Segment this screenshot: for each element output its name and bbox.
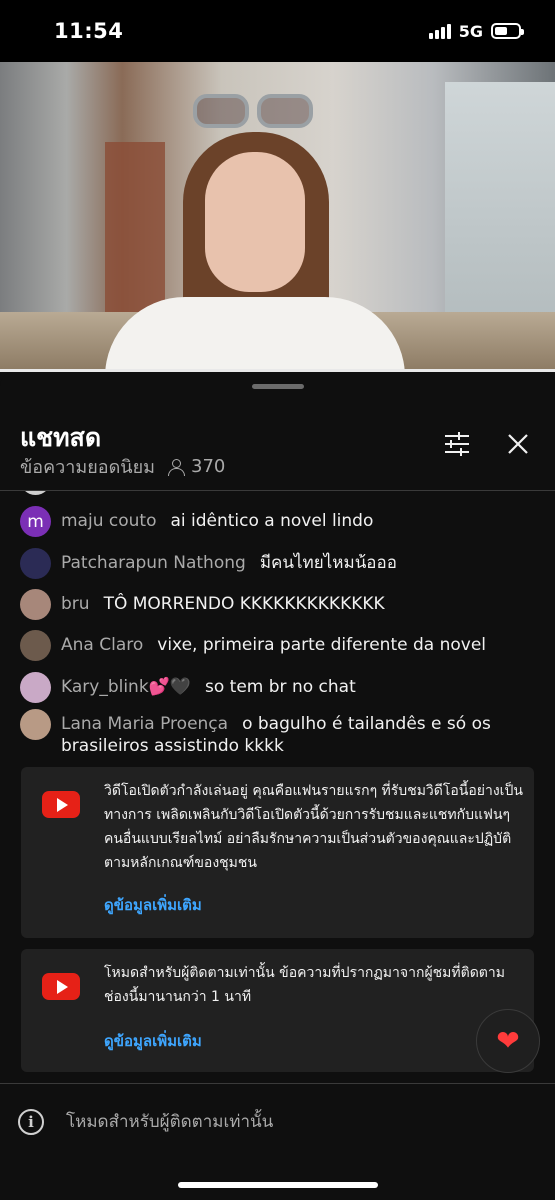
close-chat-button[interactable] <box>502 428 534 460</box>
chat-message: Lana Maria Proença o bagulho é tailandês … <box>20 709 540 757</box>
person-icon <box>167 458 185 476</box>
chat-message-content: Kary_blink💕🖤 so tem br no chat <box>61 676 356 698</box>
message-author[interactable]: Patcharapun Nathong <box>61 553 246 573</box>
heart-reaction-button[interactable]: ❤ <box>476 1009 540 1073</box>
learn-more-link[interactable]: ดูข้อมูลเพิ่มเติม <box>104 893 202 917</box>
status-time: 11:54 <box>54 19 124 43</box>
tune-icon <box>445 432 469 456</box>
message-author[interactable]: maju couto <box>61 511 156 531</box>
footer-divider <box>0 1083 555 1084</box>
live-chat-panel: แชทสด ข้อความยอดนิยม 370 m maju couto ai … <box>0 372 555 1200</box>
message-author[interactable]: Lana Maria Proença <box>61 714 228 734</box>
avatar[interactable]: m <box>20 506 51 537</box>
chat-subtitle: ข้อความยอดนิยม 370 <box>20 452 225 481</box>
footer-text: โหมดสำหรับผู้ติดตามเท่านั้น <box>66 1112 274 1132</box>
drag-handle[interactable] <box>252 384 304 389</box>
message-text: so tem br no chat <box>205 677 356 697</box>
message-text: vixe, primeira parte diferente da novel <box>157 635 487 655</box>
chat-settings-button[interactable] <box>441 428 473 460</box>
chat-message: m maju couto ai idêntico a novel lindo <box>20 506 540 537</box>
chat-message-content: Ana Claro vixe, primeira parte diferente … <box>61 634 486 656</box>
video-player[interactable] <box>0 62 555 372</box>
subscribers-only-notice-card: โหมดสำหรับผู้ติดตามเท่านั้น ข้อความที่ปร… <box>21 949 534 1072</box>
close-icon <box>508 434 528 454</box>
avatar[interactable] <box>20 548 51 579</box>
avatar[interactable] <box>20 672 51 703</box>
avatar[interactable] <box>20 630 51 661</box>
battery-icon <box>491 23 524 39</box>
chat-message: Patcharapun Nathong มีคนไทยไหมน้อออ <box>20 548 540 579</box>
chat-message-content: Lana Maria Proença o bagulho é tailandês … <box>61 713 540 757</box>
chat-message: bru TÔ MORRENDO KKKKKKKKKKKKK <box>20 589 540 620</box>
video-frame-sunglasses <box>193 94 317 132</box>
network-type: 5G <box>458 21 483 41</box>
message-text: มีคนไทยไหมน้อออ <box>259 553 397 573</box>
message-text: TÔ MORRENDO KKKKKKKKKKKKK <box>103 594 385 614</box>
message-author[interactable]: Kary_blink💕🖤 <box>61 677 191 697</box>
home-indicator[interactable] <box>178 1182 378 1188</box>
avatar <box>20 491 51 495</box>
message-author[interactable]: Ana Claro <box>61 635 143 655</box>
video-frame-person <box>105 92 405 372</box>
status-bar: 11:54 5G <box>0 0 555 62</box>
status-indicators: 5G <box>428 21 524 41</box>
chat-message: Ana Claro vixe, primeira parte diferente … <box>20 630 540 661</box>
learn-more-link[interactable]: ดูข้อมูลเพิ่มเติม <box>104 1029 202 1053</box>
chat-mode-selector[interactable]: ข้อความยอดนิยม <box>20 452 155 481</box>
youtube-icon <box>42 791 80 818</box>
heart-icon: ❤ <box>496 1024 520 1057</box>
avatar[interactable] <box>20 589 51 620</box>
premiere-notice-card: วิดีโอเปิดตัวกำลังเล่นอยู่ คุณคือแฟนรายแ… <box>21 767 534 938</box>
chat-message-content: maju couto ai idêntico a novel lindo <box>61 510 373 532</box>
viewer-count-value: 370 <box>191 456 226 477</box>
video-frame-face <box>205 152 305 292</box>
video-frame-body <box>105 297 405 372</box>
chat-message-content: Patcharapun Nathong มีคนไทยไหมน้อออ <box>61 552 397 574</box>
youtube-icon <box>42 973 80 1000</box>
info-icon[interactable]: i <box>18 1108 44 1135</box>
viewer-count: 370 <box>167 456 225 477</box>
notice-text: โหมดสำหรับผู้ติดตามเท่านั้น ข้อความที่ปร… <box>104 965 505 1005</box>
battery-level <box>495 27 508 35</box>
message-author[interactable]: bru <box>61 594 90 614</box>
notice-text: วิดีโอเปิดตัวกำลังเล่นอยู่ คุณคือแฟนรายแ… <box>104 783 523 871</box>
chat-mode-footer: i โหมดสำหรับผู้ติดตามเท่านั้น <box>18 1108 273 1135</box>
signal-icon <box>428 23 451 39</box>
chat-message: Kary_blink💕🖤 so tem br no chat <box>20 672 540 703</box>
avatar[interactable] <box>20 709 51 740</box>
chat-message-list[interactable]: m maju couto ai idêntico a novel lindo Pa… <box>0 491 555 759</box>
message-text: ai idêntico a novel lindo <box>170 511 374 531</box>
chat-message-content: bru TÔ MORRENDO KKKKKKKKKKKKK <box>61 593 385 615</box>
